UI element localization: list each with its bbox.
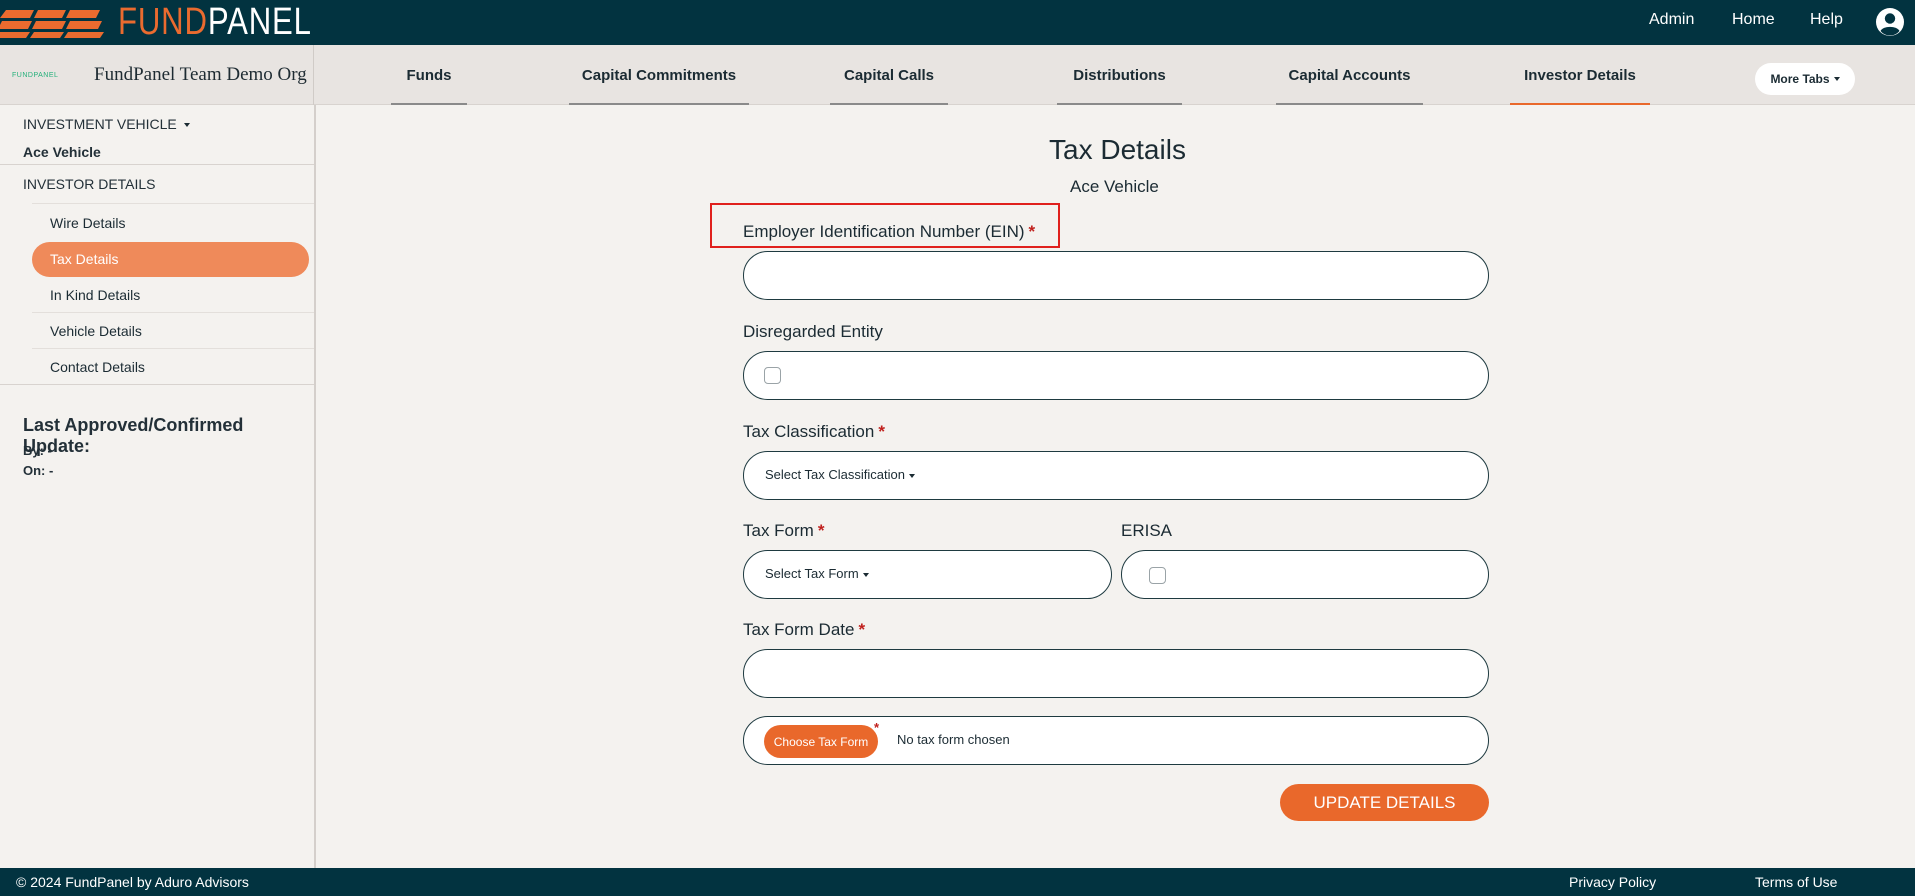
more-tabs-button[interactable]: More Tabs bbox=[1755, 63, 1855, 95]
disregarded-entity-field bbox=[743, 351, 1489, 400]
sidebar-item-tax-details[interactable]: Tax Details bbox=[32, 242, 309, 277]
tax-form-label-text: Tax Form bbox=[743, 521, 814, 540]
chevron-down-icon bbox=[862, 572, 869, 577]
top-nav: Admin Home Help bbox=[0, 0, 1915, 42]
chevron-down-icon bbox=[1833, 77, 1840, 81]
investor-details-heading: INVESTOR DETAILS bbox=[23, 176, 156, 192]
sidebar-item-contact-details[interactable]: Contact Details bbox=[50, 359, 145, 375]
more-tabs-label: More Tabs bbox=[1770, 72, 1830, 86]
required-marker: * bbox=[817, 521, 825, 540]
erisa-field bbox=[1121, 550, 1489, 599]
page-subtitle: Ace Vehicle bbox=[1070, 177, 1159, 196]
chevron-down-icon bbox=[183, 123, 190, 128]
choose-tax-form-button[interactable]: Choose Tax Form bbox=[764, 725, 878, 758]
footer: © 2024 FundPanel by Aduro Advisors Priva… bbox=[0, 868, 1915, 896]
vehicle-name: Ace Vehicle bbox=[23, 144, 101, 160]
sidebar-item-wire-details[interactable]: Wire Details bbox=[50, 215, 125, 231]
tab-capital-commitments[interactable]: Capital Commitments bbox=[569, 45, 749, 105]
tax-classification-dropdown[interactable]: Select Tax Classification bbox=[765, 467, 915, 482]
ein-label-text: Employer Identification Number (EIN) bbox=[743, 222, 1025, 241]
divider bbox=[0, 164, 314, 165]
nav-admin[interactable]: Admin bbox=[1649, 11, 1694, 29]
tab-bar: FUNDPANEL FundPanel Team Demo Org Funds … bbox=[0, 45, 1915, 105]
nav-help[interactable]: Help bbox=[1810, 11, 1843, 29]
tax-form-value: Select Tax Form bbox=[765, 566, 859, 581]
last-update-title: Last Approved/Confirmed Update: bbox=[23, 415, 244, 456]
vehicle-heading: INVESTMENT VEHICLE bbox=[23, 116, 177, 132]
tax-classification-value: Select Tax Classification bbox=[765, 467, 905, 482]
org-name: FundPanel Team Demo Org bbox=[94, 64, 307, 85]
last-update-on: On: - bbox=[23, 463, 54, 478]
sidebar-item-vehicle-details[interactable]: Vehicle Details bbox=[50, 323, 142, 339]
chevron-down-icon bbox=[908, 473, 915, 478]
nav-home[interactable]: Home bbox=[1732, 11, 1775, 29]
org-header: FUNDPANEL FundPanel Team Demo Org bbox=[0, 45, 314, 105]
page-title: Tax Details bbox=[1049, 134, 1186, 165]
tax-form-dropdown[interactable]: Select Tax Form bbox=[765, 566, 869, 581]
org-mini-logo: FUNDPANEL bbox=[12, 71, 59, 79]
erisa-checkbox[interactable] bbox=[1149, 567, 1166, 584]
ein-label: Employer Identification Number (EIN) * bbox=[743, 222, 1035, 242]
sidebar-item-in-kind-details[interactable]: In Kind Details bbox=[50, 287, 140, 303]
copyright-text: © 2024 FundPanel by Aduro Advisors bbox=[16, 874, 249, 890]
privacy-policy-link[interactable]: Privacy Policy bbox=[1569, 874, 1656, 890]
divider bbox=[32, 203, 314, 204]
tab-capital-accounts[interactable]: Capital Accounts bbox=[1276, 45, 1423, 105]
terms-of-use-link[interactable]: Terms of Use bbox=[1755, 874, 1837, 890]
tax-form-date-label: Tax Form Date * bbox=[743, 620, 865, 640]
tab-capital-calls[interactable]: Capital Calls bbox=[830, 45, 948, 105]
last-update-by: By: - bbox=[23, 443, 52, 458]
required-marker: * bbox=[878, 422, 885, 441]
sidebar: INVESTMENT VEHICLE Ace Vehicle INVESTOR … bbox=[0, 105, 316, 868]
tax-classification-label-text: Tax Classification bbox=[743, 422, 875, 441]
required-marker: * bbox=[874, 720, 880, 735]
vehicle-dropdown[interactable]: INVESTMENT VEHICLE bbox=[23, 116, 190, 132]
tab-investor-details[interactable]: Investor Details bbox=[1510, 45, 1650, 105]
tab-funds[interactable]: Funds bbox=[391, 45, 467, 105]
divider bbox=[32, 348, 314, 349]
tax-form-label: Tax Form * bbox=[743, 521, 824, 541]
erisa-label: ERISA bbox=[1121, 521, 1173, 540]
disregarded-entity-checkbox[interactable] bbox=[764, 367, 781, 384]
required-marker: * bbox=[858, 620, 866, 639]
tab-distributions[interactable]: Distributions bbox=[1057, 45, 1182, 105]
tax-form-date-input[interactable] bbox=[743, 649, 1489, 698]
sidebar-item-label: Tax Details bbox=[50, 251, 119, 267]
no-file-chosen-text: No tax form chosen bbox=[897, 732, 1010, 747]
user-account-icon[interactable] bbox=[1875, 7, 1905, 37]
tax-form-date-label-text: Tax Form Date bbox=[743, 620, 855, 639]
required-marker: * bbox=[1028, 222, 1036, 241]
disregarded-entity-label: Disregarded Entity bbox=[743, 322, 883, 341]
update-details-button[interactable]: UPDATE DETAILS bbox=[1280, 784, 1489, 821]
divider bbox=[0, 384, 314, 385]
divider bbox=[32, 312, 314, 313]
top-bar: FUNDPANEL Admin Home Help bbox=[0, 0, 1915, 45]
tax-classification-label: Tax Classification * bbox=[743, 422, 885, 442]
ein-input[interactable] bbox=[743, 251, 1489, 300]
